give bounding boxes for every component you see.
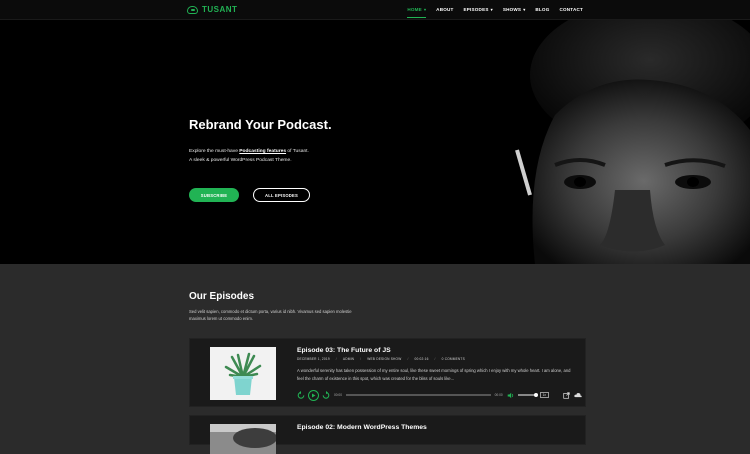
logo-headphones-icon [187, 5, 198, 14]
nav-label: SHOWS [502, 7, 522, 12]
hero-description: Explore the must-have Podcasting feature… [189, 148, 389, 165]
separator: / [434, 357, 436, 361]
nav-label: ABOUT [436, 7, 454, 12]
chevron-down-icon: ▾ [490, 7, 493, 12]
nav-item-shows[interactable]: SHOWS ▾ [503, 7, 526, 12]
episode-title[interactable]: Episode 03: The Future of JS [297, 347, 391, 354]
main-menu: HOME ▾ ABOUT EPISODES ▾ SHOWS ▾ BLOG CONTAC… [407, 7, 583, 18]
hero-desc-line2: A sleek & powerful WordPress Podcast The… [189, 157, 292, 163]
hero-portrait-image [515, 20, 750, 264]
nav-label: CONTACT [559, 7, 583, 12]
episode-description: A wonderful serenity has taken possessio… [297, 368, 571, 381]
volume-icon[interactable] [507, 392, 514, 399]
episode-card: Episode 02: Modern WordPress Themes [189, 415, 586, 454]
progress-track[interactable] [345, 394, 491, 396]
nav-item-home[interactable]: HOME ▾ [407, 7, 427, 18]
nav-label: BLOG [535, 7, 550, 12]
playback-speed[interactable]: 1x [539, 392, 549, 398]
hero-section: Rebrand Your Podcast. Explore the must-h… [0, 20, 750, 264]
episode-thumbnail-image[interactable] [210, 424, 276, 454]
hero-title: Rebrand Your Podcast. [189, 117, 332, 132]
nav-item-about[interactable]: ABOUT [436, 7, 453, 12]
chevron-down-icon: ▾ [423, 7, 427, 12]
hero-desc-text: of Tusant. [286, 149, 309, 154]
duration-time: 00:00 [494, 393, 503, 397]
audio-player: 00:00 00:00 1x [297, 389, 582, 401]
episode-show[interactable]: WEB DESIGN SHOW [367, 357, 401, 361]
share-icon[interactable] [563, 391, 570, 399]
episode-duration: 00:02:16 [414, 357, 429, 361]
section-description: Sed velit sapien, commodo et dictum port… [189, 309, 352, 321]
chevron-down-icon: ▾ [523, 7, 526, 12]
top-navbar: TUSANT HOME ▾ ABOUT EPISODES ▾ SHOWS ▾ BLOG… [0, 0, 750, 20]
separator: / [360, 357, 362, 361]
volume-slider[interactable] [517, 392, 538, 398]
hero-desc-text: Explore the must-have [189, 149, 240, 154]
episode-meta: DECEMBER 1, 2019 / ADMIN / WEB DESIGN SH… [297, 357, 465, 361]
forward-icon[interactable] [322, 391, 330, 399]
separator: / [407, 357, 409, 361]
episode-author[interactable]: ADMIN [343, 357, 354, 361]
episode-thumbnail-image[interactable] [210, 347, 276, 400]
nav-item-contact[interactable]: CONTACT [559, 7, 583, 12]
nav-label: HOME [407, 7, 422, 12]
current-time: 00:00 [334, 393, 342, 397]
play-button[interactable] [308, 389, 319, 401]
nav-item-blog[interactable]: BLOG [535, 7, 549, 12]
episode-comments[interactable]: 0 COMMENTS [442, 357, 465, 361]
episode-date: DECEMBER 1, 2019 [297, 357, 330, 361]
all-episodes-button[interactable]: ALL EPISODES [253, 188, 310, 202]
nav-item-episodes[interactable]: EPISODES ▾ [464, 7, 493, 12]
section-title: Our Episodes [189, 291, 255, 302]
features-link[interactable]: Podcasting features [239, 149, 286, 154]
nav-label: EPISODES [463, 7, 489, 12]
episode-card: Episode 03: The Future of JS DECEMBER 1,… [189, 338, 586, 407]
rewind-icon[interactable] [297, 391, 305, 399]
logo[interactable]: TUSANT [187, 5, 237, 14]
separator: / [335, 357, 337, 361]
subscribe-button[interactable]: SUBSCRIBE [189, 188, 239, 202]
download-cloud-icon[interactable] [574, 392, 582, 399]
logo-text: TUSANT [202, 5, 238, 14]
play-icon [312, 393, 316, 397]
